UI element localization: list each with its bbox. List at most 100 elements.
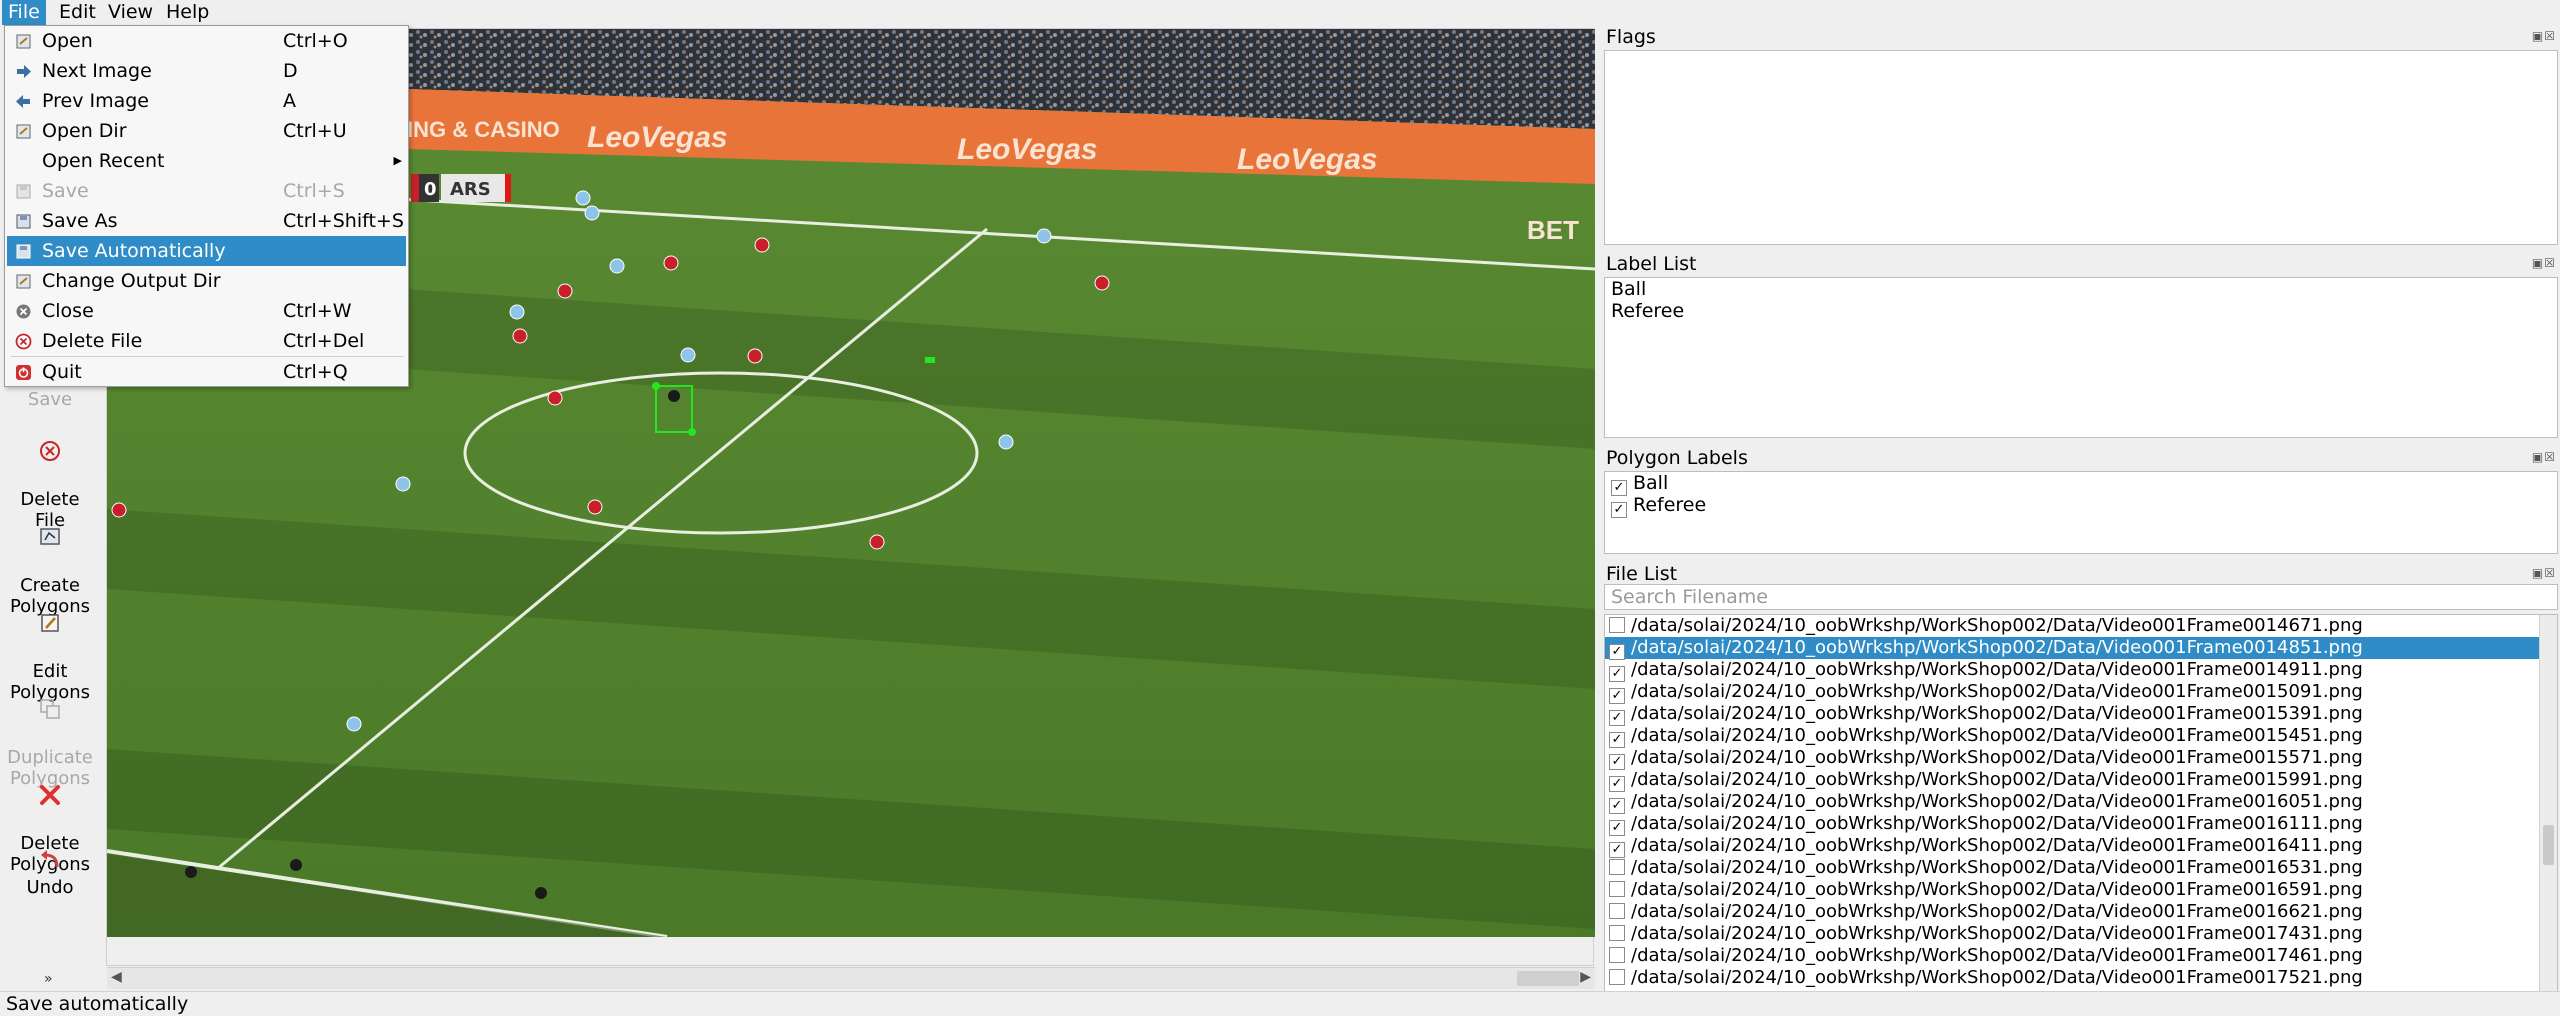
file-list-item[interactable]: ✓ /data/solai/2024/10_oobWrkshp/WorkShop0…	[1605, 725, 2557, 748]
menu-help[interactable]: Help	[160, 0, 215, 25]
file-path: /data/solai/2024/10_oobWrkshp/WorkShop00…	[1631, 813, 2363, 834]
file-list-item[interactable]: ✓ /data/solai/2024/10_oobWrkshp/WorkShop0…	[1605, 769, 2557, 792]
save-tool-button[interactable]: Save	[0, 389, 100, 410]
polygon-label-row[interactable]: ✓ Ball	[1605, 472, 2557, 496]
file-list-item[interactable]: ✓ /data/solai/2024/10_oobWrkshp/WorkShop0…	[1605, 747, 2557, 770]
menu-item-close[interactable]: Close Ctrl+W	[7, 296, 406, 326]
menu-file[interactable]: File	[2, 0, 46, 25]
polygon-label-text: Ball	[1633, 472, 1669, 494]
menu-item-label: Save Automatically	[42, 240, 226, 262]
menu-item-save-automatically[interactable]: Save Automatically	[7, 236, 406, 266]
ball-annotation-box[interactable]	[925, 357, 935, 363]
file-path: /data/solai/2024/10_oobWrkshp/WorkShop00…	[1631, 769, 2363, 790]
label-list-item[interactable]: Ball	[1605, 278, 2557, 300]
menu-item-prev-image[interactable]: Prev Image A	[7, 86, 406, 116]
horizontal-scrollbar[interactable]: ◀ ▶	[107, 967, 1595, 989]
menu-item-open-dir[interactable]: Open Dir Ctrl+U	[7, 116, 406, 146]
file-list-item[interactable]: ✓ /data/solai/2024/10_oobWrkshp/WorkShop0…	[1605, 637, 2557, 660]
menu-item-label: Save	[42, 180, 89, 202]
search-filename-input[interactable]	[1604, 584, 2558, 610]
menu-edit[interactable]: Edit	[53, 0, 102, 25]
file-checkbox[interactable]: ✓	[1609, 776, 1625, 792]
menu-item-change-output-dir[interactable]: Change Output Dir	[7, 266, 406, 296]
file-checkbox[interactable]: ✓	[1609, 710, 1625, 726]
label-list-item[interactable]: Referee	[1605, 300, 2557, 322]
dock-float-close-icon[interactable]: ▣☒	[2532, 29, 2556, 43]
dock-float-close-icon[interactable]: ▣☒	[2532, 256, 2556, 270]
menu-item-shortcut: Ctrl+O	[283, 30, 348, 52]
menu-item-open[interactable]: Open Ctrl+O	[7, 26, 406, 56]
menu-item-delete-file[interactable]: Delete File Ctrl+Del	[7, 326, 406, 356]
file-path: /data/solai/2024/10_oobWrkshp/WorkShop00…	[1631, 923, 2363, 944]
file-checkbox[interactable]: ✓	[1609, 842, 1625, 858]
menu-bar: File Edit View Help	[0, 0, 2560, 25]
toolbar-overflow-icon[interactable]: »	[44, 971, 53, 987]
file-list-item[interactable]: ✓ /data/solai/2024/10_oobWrkshp/WorkShop0…	[1605, 681, 2557, 704]
file-list-item[interactable]: /data/solai/2024/10_oobWrkshp/WorkShop00…	[1605, 879, 2557, 901]
file-checkbox[interactable]: ✓	[1609, 754, 1625, 770]
submenu-arrow-icon: ▶	[393, 154, 402, 167]
file-checkbox[interactable]: ✓	[1609, 644, 1625, 660]
file-list-item[interactable]: /data/solai/2024/10_oobWrkshp/WorkShop00…	[1605, 615, 2557, 637]
arrow-left-icon	[16, 95, 30, 108]
file-checkbox[interactable]	[1609, 859, 1625, 875]
file-rows: /data/solai/2024/10_oobWrkshp/WorkShop00…	[1605, 615, 2557, 989]
menu-item-label: Close	[42, 300, 94, 322]
menu-item-save-as[interactable]: Save As Ctrl+Shift+S	[7, 206, 406, 236]
scroll-right-icon[interactable]: ▶	[1580, 969, 1591, 985]
score-value: 0	[424, 179, 437, 200]
horizontal-scroll-thumb[interactable]	[1517, 971, 1579, 986]
file-checkbox[interactable]: ✓	[1609, 820, 1625, 836]
file-path: /data/solai/2024/10_oobWrkshp/WorkShop00…	[1631, 703, 2363, 724]
file-list-item[interactable]: ✓ /data/solai/2024/10_oobWrkshp/WorkShop0…	[1605, 813, 2557, 836]
menu-item-quit[interactable]: Quit Ctrl+Q	[7, 357, 406, 387]
file-list-item[interactable]: /data/solai/2024/10_oobWrkshp/WorkShop00…	[1605, 923, 2557, 945]
edit-polygons-icon	[41, 614, 59, 632]
menu-item-label: Quit	[42, 361, 82, 383]
file-checkbox[interactable]: ✓	[1609, 798, 1625, 814]
dock-float-close-icon[interactable]: ▣☒	[2532, 450, 2556, 464]
file-checkbox[interactable]	[1609, 925, 1625, 941]
undo-tool-button[interactable]: Undo	[0, 847, 100, 898]
status-bar: Save automatically	[0, 991, 2560, 1016]
polygon-label-text: Referee	[1633, 494, 1707, 516]
menu-item-shortcut: Ctrl+Shift+S	[283, 210, 404, 232]
file-checkbox[interactable]: ✓	[1609, 666, 1625, 682]
menu-item-open-recent[interactable]: Open Recent ▶	[7, 146, 406, 176]
file-path: /data/solai/2024/10_oobWrkshp/WorkShop00…	[1631, 791, 2363, 812]
file-list-item[interactable]: /data/solai/2024/10_oobWrkshp/WorkShop00…	[1605, 901, 2557, 923]
polygon-label-row[interactable]: ✓ Referee	[1605, 494, 2557, 518]
file-list-item[interactable]: /data/solai/2024/10_oobWrkshp/WorkShop00…	[1605, 967, 2557, 989]
label-list-dock-title: Label List	[1606, 253, 1697, 275]
menu-item-shortcut: Ctrl+W	[283, 300, 352, 322]
vertical-scrollbar[interactable]	[2539, 615, 2557, 1005]
file-checkbox[interactable]	[1609, 947, 1625, 963]
menu-item-label: Next Image	[42, 60, 152, 82]
file-list-item[interactable]: ✓ /data/solai/2024/10_oobWrkshp/WorkShop0…	[1605, 703, 2557, 726]
polygon-labels-panel: ✓ Ball ✓ Referee	[1604, 471, 2558, 554]
file-list-item[interactable]: /data/solai/2024/10_oobWrkshp/WorkShop00…	[1605, 945, 2557, 967]
file-checkbox[interactable]: ✓	[1609, 732, 1625, 748]
dock-float-close-icon[interactable]: ▣☒	[2532, 566, 2556, 580]
file-checkbox[interactable]	[1609, 881, 1625, 897]
save-icon	[16, 184, 31, 199]
file-checkbox[interactable]	[1609, 617, 1625, 633]
file-list-item[interactable]: ✓ /data/solai/2024/10_oobWrkshp/WorkShop0…	[1605, 659, 2557, 682]
file-checkbox[interactable]	[1609, 903, 1625, 919]
file-list-item[interactable]: ✓ /data/solai/2024/10_oobWrkshp/WorkShop0…	[1605, 835, 2557, 858]
vertical-scroll-thumb[interactable]	[2543, 825, 2554, 865]
save-auto-icon	[16, 244, 31, 259]
file-list-item[interactable]: /data/solai/2024/10_oobWrkshp/WorkShop00…	[1605, 857, 2557, 879]
quit-icon	[16, 365, 31, 380]
file-path: /data/solai/2024/10_oobWrkshp/WorkShop00…	[1631, 725, 2363, 746]
file-checkbox[interactable]	[1609, 969, 1625, 985]
file-path: /data/solai/2024/10_oobWrkshp/WorkShop00…	[1631, 659, 2363, 680]
scroll-left-icon[interactable]: ◀	[111, 969, 122, 985]
file-list-item[interactable]: ✓ /data/solai/2024/10_oobWrkshp/WorkShop0…	[1605, 791, 2557, 814]
polygon-label-checkbox[interactable]: ✓	[1611, 502, 1627, 518]
undo-icon	[41, 850, 59, 868]
menu-view[interactable]: View	[102, 0, 159, 25]
file-checkbox[interactable]: ✓	[1609, 688, 1625, 704]
menu-item-next-image[interactable]: Next Image D	[7, 56, 406, 86]
menu-item-save[interactable]: Save Ctrl+S	[7, 176, 406, 206]
